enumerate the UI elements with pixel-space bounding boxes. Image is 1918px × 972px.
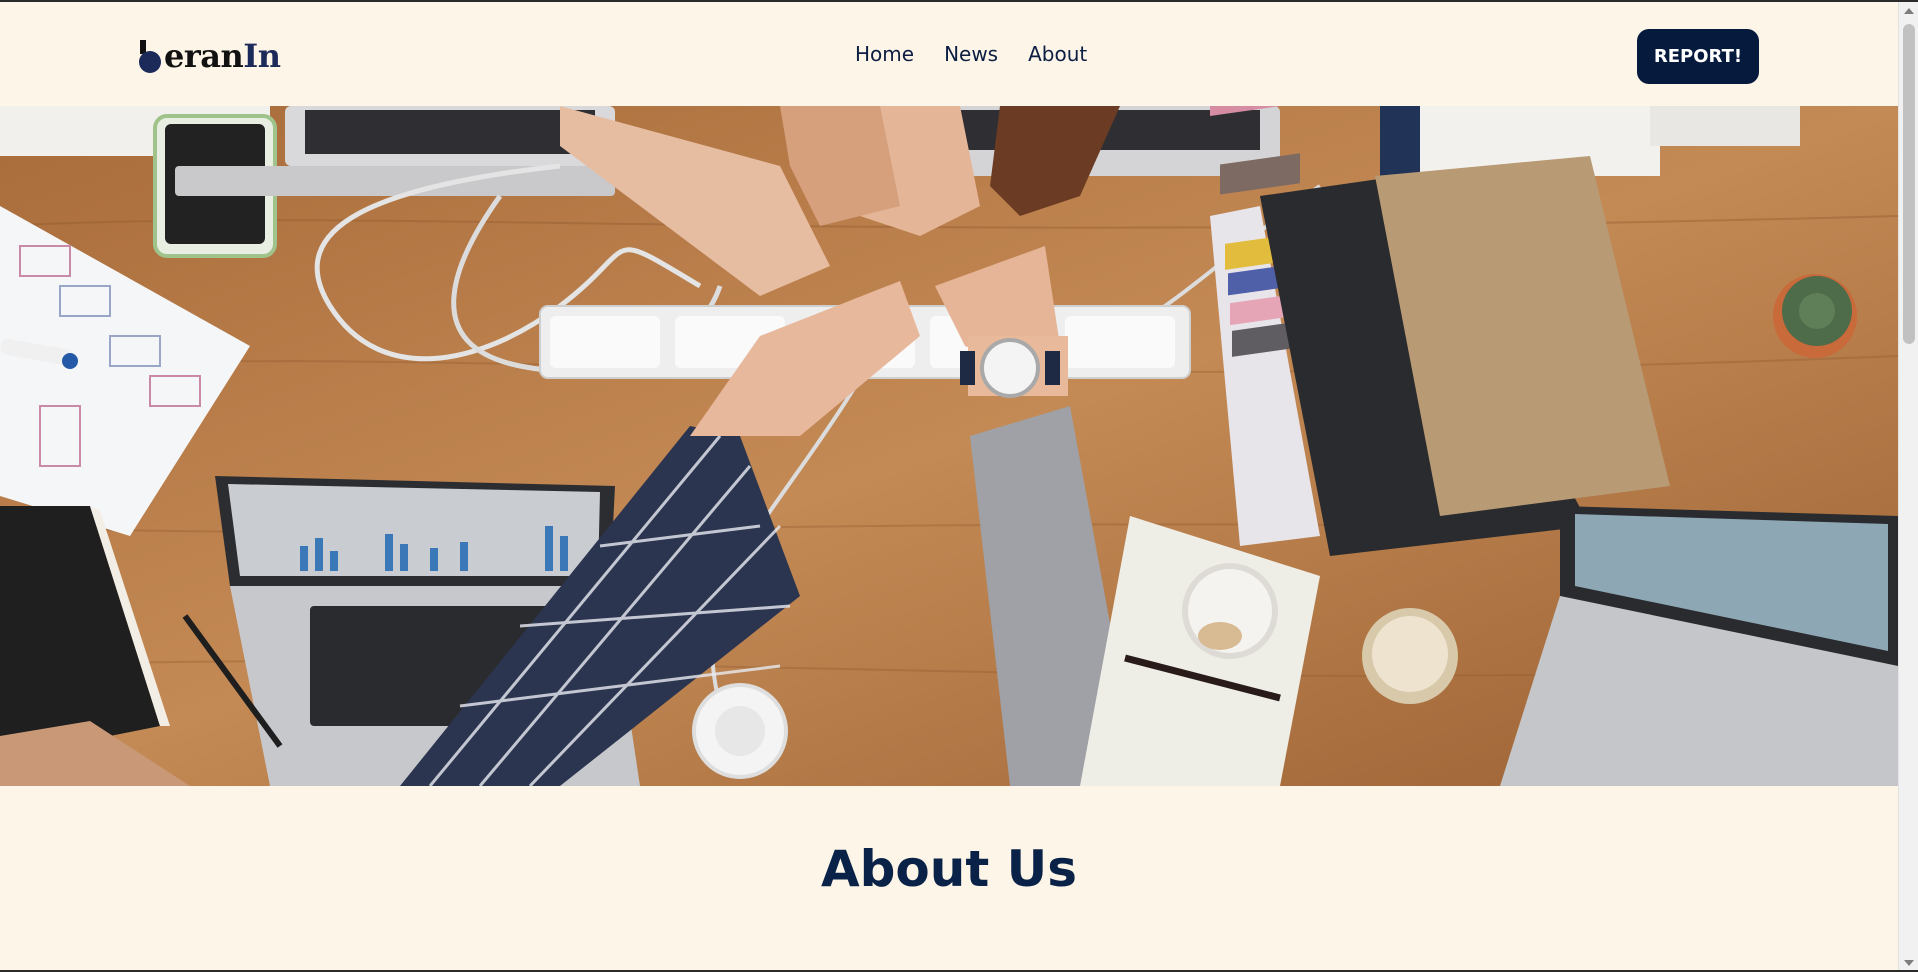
main-nav: Home News About [855,42,1087,66]
nav-about-link[interactable]: About [1028,42,1087,66]
brand-logo[interactable]: eranIn [138,36,281,76]
about-us-heading: About Us [820,840,1078,898]
scrollbar-thumb[interactable] [1903,24,1915,344]
nav-news-link[interactable]: News [944,42,998,66]
logo-text: eranIn [164,36,281,76]
chevron-up-icon[interactable] [1904,8,1914,14]
navbar: eranIn Home News About REPORT! [0,2,1898,106]
logo-text-part1: eran [164,37,244,75]
chevron-down-icon[interactable] [1904,960,1914,966]
report-button[interactable]: REPORT! [1637,29,1759,84]
logo-mark-icon [138,36,164,76]
nav-home-link[interactable]: Home [855,42,914,66]
logo-text-part2: In [243,37,281,75]
hero-image [0,106,1898,786]
page-scrollbar[interactable] [1898,2,1918,972]
hero-photo-illustration [0,106,1898,786]
